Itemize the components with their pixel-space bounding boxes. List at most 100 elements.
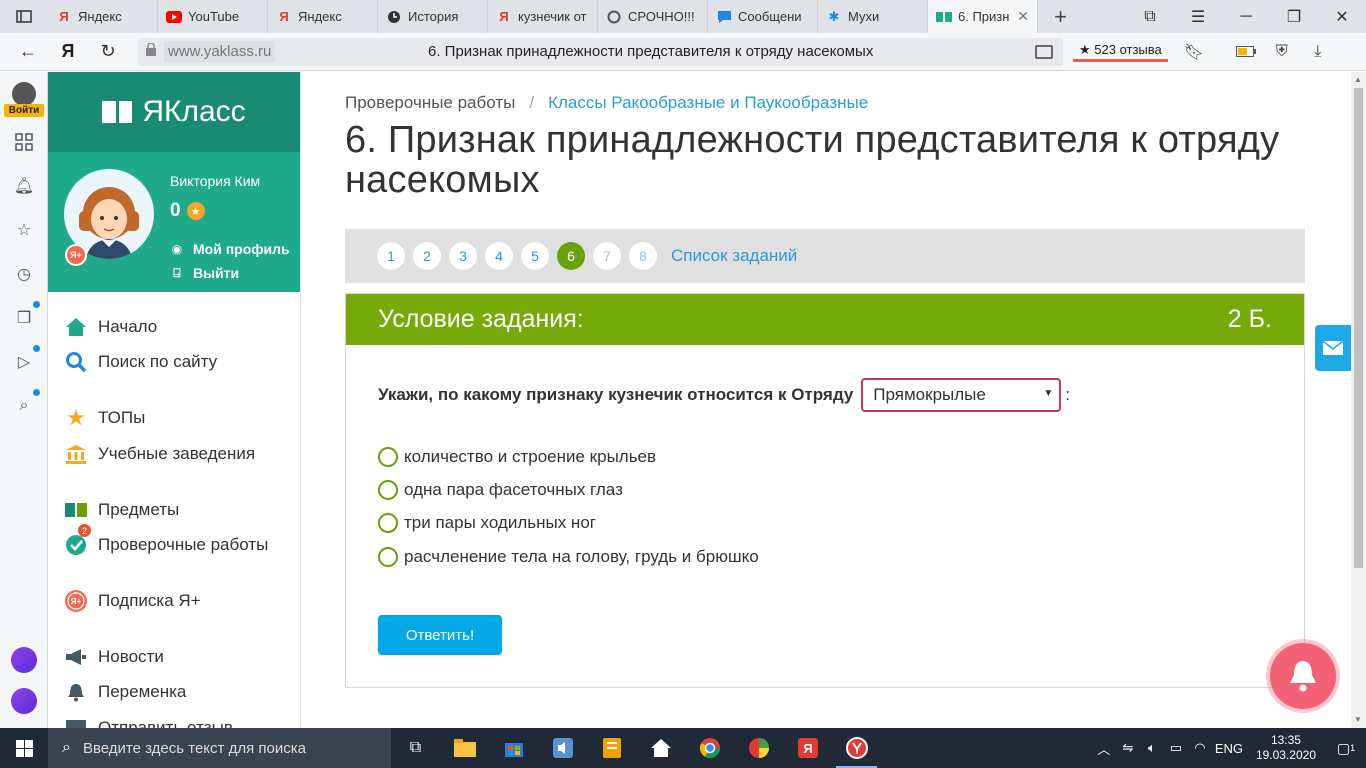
breadcrumb-topic-link[interactable]: Классы Ракообразные и Паукообразные <box>548 93 868 113</box>
nav-home[interactable]: Начало <box>64 315 157 339</box>
menu-icon[interactable]: ☰ <box>1174 0 1222 33</box>
answer-option[interactable]: три пары ходильных ног <box>378 513 596 533</box>
home-app-icon[interactable] <box>636 728 685 768</box>
tray-chevron-icon[interactable]: ︿ <box>1092 739 1116 758</box>
alice-voice-icon[interactable] <box>11 688 37 714</box>
page-scrollbar[interactable]: ▲ ▼ <box>1351 72 1366 728</box>
yandex-logo-icon[interactable]: Я <box>48 41 88 62</box>
logo[interactable]: ЯКласс <box>48 72 300 152</box>
nav-news[interactable]: Новости <box>64 645 164 669</box>
volume-icon[interactable]: 🔈︎ <box>1140 740 1164 756</box>
step-4[interactable]: 4 <box>485 242 513 270</box>
radio-button[interactable] <box>378 447 398 467</box>
browser-tab[interactable]: ✱ Мухи <box>818 0 928 33</box>
answer-option[interactable]: количество и строение крыльев <box>378 447 656 467</box>
alice-app-icon[interactable] <box>11 647 37 673</box>
browser-tab[interactable]: Я Яндекс <box>48 0 158 33</box>
browser-tab[interactable]: История <box>378 0 488 33</box>
browser-tab[interactable]: Сообщени <box>708 0 818 33</box>
reviews-badge[interactable]: ★ 523 отзыва <box>1073 41 1168 62</box>
bookmarks-icon[interactable]: ⧉ <box>1126 0 1174 33</box>
scroll-down-arrow-icon[interactable]: ▼ <box>1354 715 1362 724</box>
login-button[interactable]: Войти <box>4 82 44 117</box>
scrollbar-thumb[interactable] <box>1354 88 1363 568</box>
browser-tab[interactable]: СРОЧНО!!! <box>598 0 708 33</box>
download-icon[interactable]: ⤓ <box>1300 43 1336 61</box>
battery-tray-icon[interactable]: ▭ <box>1164 740 1188 756</box>
browser-tab[interactable]: Якузнечик от <box>488 0 598 33</box>
reader-mode-icon[interactable] <box>1035 44 1053 59</box>
apps-grid-icon[interactable] <box>14 132 34 152</box>
nav-break[interactable]: Переменка <box>64 680 186 704</box>
system-clock[interactable]: 13:35 19.03.2020 <box>1256 733 1316 763</box>
protect-icon[interactable]: ⛨ <box>1264 43 1300 61</box>
close-window-button[interactable]: ✕ <box>1318 0 1366 33</box>
yandex-app-icon[interactable]: Я <box>783 728 832 768</box>
reload-icon[interactable]: ↻ <box>88 41 128 62</box>
close-tab-icon[interactable]: ✕ <box>1017 8 1029 25</box>
collections-icon[interactable]: ❐ <box>14 308 34 328</box>
nav-tops[interactable]: ★ ТОПы <box>64 405 145 430</box>
nav-feedback[interactable]: Отправить отзыв <box>64 716 233 728</box>
nav-subjects[interactable]: Предметы <box>64 498 179 522</box>
history-icon[interactable]: ◷ <box>14 264 34 284</box>
audio-app-icon[interactable] <box>538 728 587 768</box>
battery-icon[interactable] <box>1228 46 1264 57</box>
minimize-button[interactable]: ─ <box>1222 0 1270 33</box>
tabs-panel-icon[interactable] <box>0 0 48 33</box>
url-field[interactable]: www.yaklass.ru 6. Признак принадлежности… <box>138 37 1063 66</box>
step-3[interactable]: 3 <box>449 242 477 270</box>
nav-tests[interactable]: 2 Проверочные работы <box>64 524 268 557</box>
step-7[interactable]: 7 <box>593 242 621 270</box>
browser-side-rail: Войти 🔔︎ ☆ ◷ ❐ ▷ ⌕ <box>0 72 48 728</box>
order-select[interactable]: Прямокрылые ▼ <box>861 378 1062 412</box>
order-select-value: Прямокрылые <box>873 385 986 404</box>
radio-button[interactable] <box>378 513 398 533</box>
browser-tab[interactable]: Я Яндекс <box>268 0 378 33</box>
file-explorer-icon[interactable] <box>440 728 489 768</box>
new-tab-button[interactable]: + <box>1038 0 1083 33</box>
network-status-icon[interactable]: ⇋ <box>1116 740 1140 756</box>
answer-option[interactable]: одна пара фасеточных глаз <box>378 480 623 500</box>
video-icon[interactable]: ▷ <box>14 352 34 372</box>
notifications-icon[interactable]: 🔔︎ <box>14 176 34 196</box>
task-view-icon[interactable]: ⧉ <box>391 728 440 768</box>
step-2[interactable]: 2 <box>413 242 441 270</box>
browser-tab-active[interactable]: 6. Призн ✕ <box>928 0 1038 33</box>
answer-option[interactable]: расчленение тела на голову, грудь и брюш… <box>378 547 759 567</box>
submit-answer-button[interactable]: Ответить! <box>378 615 502 655</box>
step-6-current[interactable]: 6 <box>557 242 585 270</box>
radio-button[interactable] <box>378 547 398 567</box>
nav-institutions[interactable]: Учебные заведения <box>64 442 255 466</box>
my-profile-link[interactable]: ◉ Мой профиль <box>170 241 290 257</box>
task-list-link[interactable]: Список заданий <box>671 246 797 266</box>
step-5[interactable]: 5 <box>521 242 549 270</box>
back-arrow-icon[interactable]: ← <box>8 41 48 62</box>
colorful-app-icon[interactable] <box>734 728 783 768</box>
scroll-up-arrow-icon[interactable]: ▲ <box>1354 75 1362 84</box>
step-8[interactable]: 8 <box>629 242 657 270</box>
language-indicator[interactable]: ENG <box>1212 741 1246 756</box>
windows-start-button[interactable] <box>0 728 48 768</box>
taskbar-search-input[interactable]: ⌕ Введите здесь текст для поиска <box>48 728 391 768</box>
radio-button[interactable] <box>378 480 398 500</box>
nav-subscription[interactable]: Я+ Подписка Я+ <box>64 589 201 613</box>
documents-app-icon[interactable] <box>587 728 636 768</box>
mail-feedback-button[interactable] <box>1315 325 1351 371</box>
image-search-icon[interactable]: ⌕ <box>14 396 34 416</box>
action-center-button[interactable]: ▢ 1 <box>1326 740 1366 757</box>
notification-bell-button[interactable] <box>1270 643 1336 709</box>
nav-search[interactable]: Поиск по сайту <box>64 350 217 374</box>
yandex-browser-icon[interactable] <box>832 728 881 768</box>
logout-link[interactable]: ⍈ Выйти <box>170 265 239 281</box>
chrome-icon[interactable] <box>685 728 734 768</box>
restore-button[interactable]: ❐ <box>1270 0 1318 33</box>
browser-tab[interactable]: YouTube <box>158 0 268 33</box>
yandex-icon: Я <box>59 9 69 24</box>
store-icon[interactable] <box>489 728 538 768</box>
step-1[interactable]: 1 <box>377 242 405 270</box>
wifi-icon[interactable]: ◠ <box>1188 740 1212 756</box>
favorites-star-icon[interactable]: ☆ <box>14 220 34 240</box>
bookmark-icon[interactable]: 🔖︎ <box>1176 42 1212 62</box>
breadcrumb-tests-link[interactable]: Проверочные работы <box>345 93 515 113</box>
